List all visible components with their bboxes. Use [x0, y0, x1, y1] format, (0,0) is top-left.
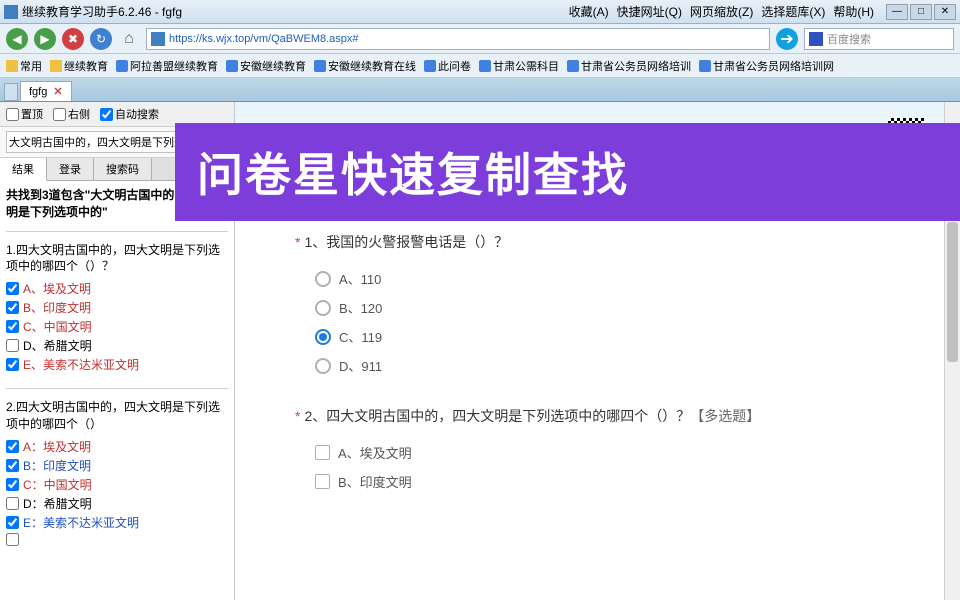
q2-opt-c[interactable]	[6, 478, 19, 491]
bookmark-item[interactable]: 安徽继续教育在线	[314, 58, 416, 74]
sidebar-search-input[interactable]	[6, 131, 180, 153]
search-placeholder: 百度搜索	[827, 31, 871, 47]
bookmark-item[interactable]: 阿拉善盟继续教育	[116, 58, 218, 74]
menu-quicklinks[interactable]: 快捷网址(Q)	[617, 3, 682, 20]
question-2-title: *2、四大文明古国中的，四大文明是下列选项中的哪四个（）？【多选题】	[295, 406, 900, 426]
bookmark-item[interactable]: 继续教育	[50, 58, 108, 74]
sidebar-tab-login[interactable]: 登录	[47, 158, 94, 180]
scroll-thumb[interactable]	[947, 222, 958, 362]
q2-opt-b[interactable]	[6, 459, 19, 472]
window-title: 继续教育学习助手6.2.46 - fgfg	[22, 3, 182, 20]
home-button[interactable]: ⌂	[118, 28, 140, 50]
maximize-button[interactable]: □	[910, 4, 932, 20]
q1-opt-d[interactable]	[6, 339, 19, 352]
q1-opt-a[interactable]	[6, 282, 19, 295]
result-q2-title: 2.四大文明古国中的，四大文明是下列选项中的哪四个（）	[6, 399, 228, 433]
close-button[interactable]: ✕	[934, 4, 956, 20]
sidebar-tab-results[interactable]: 结果	[0, 158, 47, 181]
q2-opt-d[interactable]	[6, 497, 19, 510]
bookmark-item[interactable]: 安徽继续教育	[226, 58, 306, 74]
browser-tab[interactable]: fgfg ✕	[20, 81, 72, 101]
bookmark-item[interactable]: 甘肃省公务员网络培训	[567, 58, 691, 74]
site-icon	[151, 32, 165, 46]
new-tab-button[interactable]	[4, 83, 18, 101]
bookmark-folder[interactable]: 常用	[6, 58, 42, 74]
q1-radio-a[interactable]: A、110	[315, 264, 900, 293]
bookmark-item[interactable]: 甘肃省公务员网络培训网	[699, 58, 834, 74]
question-1-title: *1、我国的火警报警电话是（）？	[295, 232, 900, 252]
q1-opt-b[interactable]	[6, 301, 19, 314]
tab-title: fgfg	[29, 86, 47, 98]
bookmark-item[interactable]: 此问卷	[424, 58, 471, 74]
baidu-icon	[809, 32, 823, 46]
stop-button[interactable]: ✖	[62, 28, 84, 50]
opt-auto[interactable]: 自动搜索	[100, 106, 159, 122]
bookmark-item[interactable]: 甘肃公需科目	[479, 58, 559, 74]
app-icon	[4, 5, 18, 19]
forward-button[interactable]: ▶	[34, 28, 56, 50]
q1-radio-b[interactable]: B、120	[315, 293, 900, 322]
opt-right[interactable]: 右侧	[53, 106, 90, 122]
url-text: https://ks.wjx.top/vm/QaBWEM8.aspx#	[169, 33, 765, 45]
menu-bank[interactable]: 选择题库(X)	[761, 3, 825, 20]
address-bar[interactable]: https://ks.wjx.top/vm/QaBWEM8.aspx#	[146, 28, 770, 50]
q1-radio-c[interactable]: C、119	[315, 322, 900, 351]
go-button[interactable]: ➔	[776, 28, 798, 50]
q2-opt-e[interactable]	[6, 516, 19, 529]
q1-radio-d[interactable]: D、911	[315, 351, 900, 380]
reload-button[interactable]: ↻	[90, 28, 112, 50]
overlay-banner: 问卷星快速复制查找	[175, 123, 960, 221]
q1-opt-e[interactable]	[6, 358, 19, 371]
q2-check-b[interactable]: B、印度文明	[315, 467, 900, 496]
q2-check-a[interactable]: A、埃及文明	[315, 438, 900, 467]
opt-top[interactable]: 置顶	[6, 106, 43, 122]
q2-opt-extra[interactable]	[6, 533, 19, 546]
q2-opt-a[interactable]	[6, 440, 19, 453]
q1-opt-c[interactable]	[6, 320, 19, 333]
sidebar-tab-code[interactable]: 搜索码	[94, 158, 152, 180]
search-box[interactable]: 百度搜索	[804, 28, 954, 50]
back-button[interactable]: ◀	[6, 28, 28, 50]
minimize-button[interactable]: —	[886, 4, 908, 20]
menu-help[interactable]: 帮助(H)	[833, 3, 874, 20]
result-q1-title: 1.四大文明古国中的，四大文明是下列选项中的哪四个（）？	[6, 242, 228, 276]
tab-close-icon[interactable]: ✕	[53, 85, 62, 98]
menu-favorites[interactable]: 收藏(A)	[569, 3, 609, 20]
menu-zoom[interactable]: 网页缩放(Z)	[690, 3, 753, 20]
